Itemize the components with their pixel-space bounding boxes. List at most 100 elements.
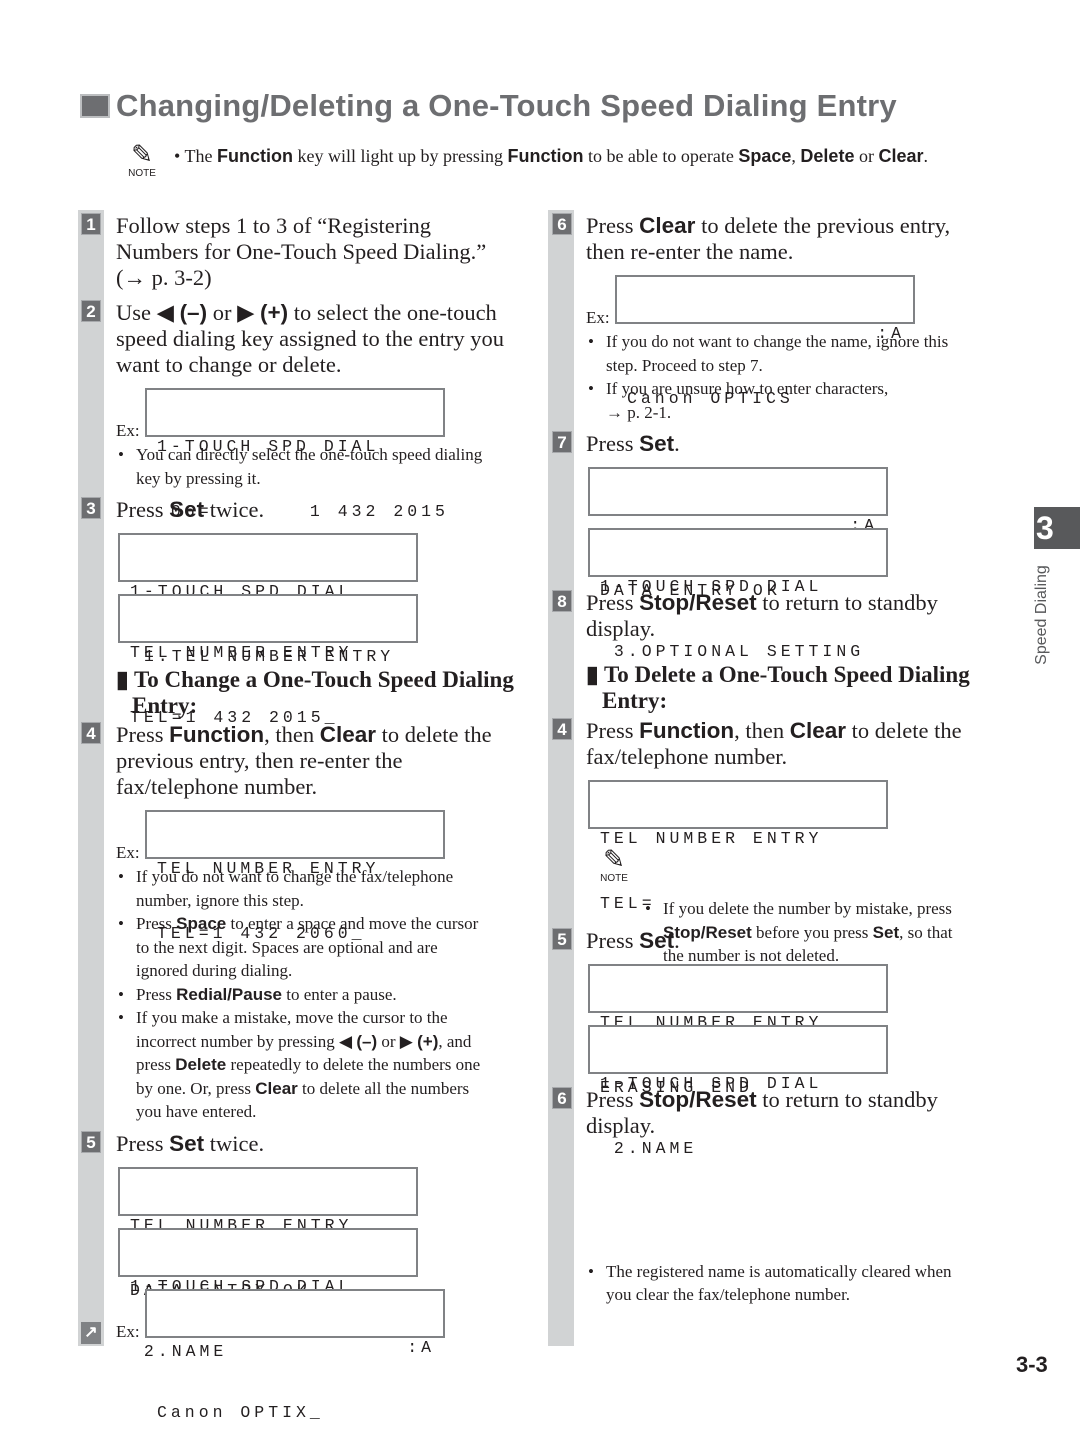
key-stop-reset: Stop/Reset [639, 590, 757, 615]
lcd-display: 1-TOUCH SPD DIAL 2.NAME [118, 1228, 418, 1361]
page-reference-link[interactable]: (→ p. 3-2) [116, 265, 486, 291]
step-number: 1 [81, 213, 101, 235]
text: Press [586, 431, 640, 456]
step-number: 6 [552, 213, 572, 235]
lcd-line: 3.OPTIONAL SETTING [600, 641, 865, 661]
text: . [923, 146, 928, 166]
bullet-note: The registered name is automatically cle… [586, 1260, 1026, 1307]
key-stop-reset: Stop/Reset [639, 1087, 757, 1112]
bullet-note: If you do not want to change the name, i… [586, 330, 1006, 377]
text: The [184, 146, 217, 166]
key-minus: (–) [179, 300, 208, 325]
subheading-delete: ▮ To Delete a One-Touch Speed Dialing En… [586, 662, 970, 714]
text: to return to standby [756, 1087, 938, 1112]
bullet-note: If you are unsure how to enter character… [586, 377, 1006, 424]
bullet-note: If you do not want to change the fax/tel… [116, 865, 536, 912]
page-title-text: Changing/Deleting a One-Touch Speed Dial… [116, 88, 897, 123]
text-line: to the next digit. Spaces are optional a… [136, 937, 438, 957]
text: press [136, 1055, 176, 1074]
top-note: ✎ NOTE • The Function key will light up … [122, 140, 928, 180]
bullet-note: Press Space to enter a space and move th… [116, 912, 536, 983]
subheading-marker-icon: ▮ [116, 667, 129, 692]
key-space: Space [738, 146, 792, 166]
key-clear: Clear [789, 718, 847, 743]
text: To Delete a One-Touch Speed Dialing [604, 662, 970, 687]
text: Press [586, 590, 640, 615]
text-line: fax/telephone number. [586, 744, 788, 769]
text: to enter a space and move the cursor [226, 914, 479, 933]
bullet-note: Press Redial/Pause to enter a pause. [116, 983, 536, 1007]
left-arrow-icon: ◀ [156, 300, 174, 325]
step-number: 7 [552, 431, 572, 453]
text-line: If you do not want to change the fax/tel… [136, 867, 454, 886]
lcd-display: :A Canon OPTICS [615, 275, 915, 408]
text-line: Numbers for One-Touch Speed Dialing.” [116, 239, 487, 264]
text-line: fax/telephone number. [116, 774, 318, 799]
text-line: If you do not want to change the name, i… [606, 332, 949, 351]
text-line: number, ignore this step. [136, 890, 304, 910]
key-function: Function [169, 722, 265, 747]
chapter-tab[interactable]: 3 [1034, 507, 1080, 549]
lcd-display: 1-TOUCH SPD DIAL 1.TEL NUMBER ENTRY [118, 533, 418, 666]
step-number: 4 [81, 722, 101, 744]
key-set: Set [872, 922, 900, 942]
lcd-display: TEL NUMBER ENTRY DATA ENTRY OK [118, 1167, 418, 1300]
step-4-bullets: If you do not want to change the fax/tel… [116, 865, 536, 1124]
pencil-icon: ✎ [131, 139, 153, 169]
text: Press [136, 914, 177, 933]
bullet-note: If you make a mistake, move the cursor t… [116, 1006, 536, 1124]
text-line: speed dialing key assigned to the entry … [116, 326, 505, 351]
lcd-line: TEL NUMBER ENTRY [600, 829, 823, 848]
text: to select the one-touch [288, 300, 497, 325]
key-set: Set [169, 1131, 205, 1156]
text: Press [586, 213, 640, 238]
step-8-text: Press Stop/Reset to return to standby di… [586, 590, 938, 642]
left-step-rail [78, 210, 104, 1346]
lcd-display: TEL NUMBER ENTRY ERASING END [588, 964, 888, 1097]
ex-label: Ex: [116, 1322, 140, 1341]
text: To Change a One-Touch Speed Dialing [134, 667, 514, 692]
text: or [854, 146, 879, 166]
text-line: want to change or delete. [116, 352, 342, 377]
text-line: ignored during dialing. [136, 961, 293, 980]
step-number: 5 [552, 928, 572, 950]
lcd-display: :A Canon OPTIX_ [145, 1289, 445, 1422]
lcd-display: 1-TOUCH SPD DIAL 2.NAME [588, 1025, 888, 1158]
subheading-marker-icon: ▮ [586, 662, 599, 687]
note-icon: ✎ NOTE [594, 845, 634, 885]
pencil-icon: ✎ [603, 844, 625, 874]
text-line: previous entry, then re-enter the [116, 748, 403, 773]
right-step-rail [548, 210, 574, 1346]
text: to delete the previous entry, [695, 213, 951, 238]
key-redial-pause: Redial/Pause [176, 984, 282, 1004]
text: key will light up by pressing [292, 146, 508, 166]
text: twice. [204, 1131, 265, 1156]
key-space: Space [176, 914, 227, 933]
left-arrow-icon: ◀ [339, 1031, 353, 1051]
text: or [377, 1031, 400, 1051]
key-set: Set [169, 497, 205, 522]
text: to delete the [376, 722, 492, 747]
text: to return to standby [756, 590, 938, 615]
text: Press [116, 1131, 170, 1156]
lcd-display: 1-TOUCH SPD DIAL 3.OPTIONAL SETTING [588, 528, 888, 661]
key-set: Set [639, 431, 675, 456]
page-reference-link[interactable]: → p. 2-1. [606, 401, 1006, 425]
text-line: display. [586, 1113, 656, 1138]
note-label: NOTE [600, 873, 628, 884]
step-1-text: Follow steps 1 to 3 of “Registering Numb… [116, 213, 486, 291]
text: . [674, 928, 680, 953]
ex-label: Ex: [116, 843, 140, 862]
step-7-text: Press Set. [586, 431, 680, 457]
right-arrow-icon: ▶ [237, 300, 255, 325]
lcd-display: :A DATA ENTRY OK [588, 467, 888, 600]
text-line: If you are unsure how to enter character… [606, 379, 889, 398]
text: to delete the [846, 718, 962, 743]
step-number: 5 [81, 1131, 101, 1153]
delete-step-6-text: Press Stop/Reset to return to standby di… [586, 1087, 938, 1139]
text: Use [116, 300, 157, 325]
chapter-label-text: Speed Dialing [1033, 565, 1050, 665]
text-line: Entry: [132, 693, 198, 718]
step-2-text: Use ◀ (–) or ▶ (+) to select the one-tou… [116, 300, 536, 378]
text: incorrect number by pressing [136, 1031, 339, 1051]
